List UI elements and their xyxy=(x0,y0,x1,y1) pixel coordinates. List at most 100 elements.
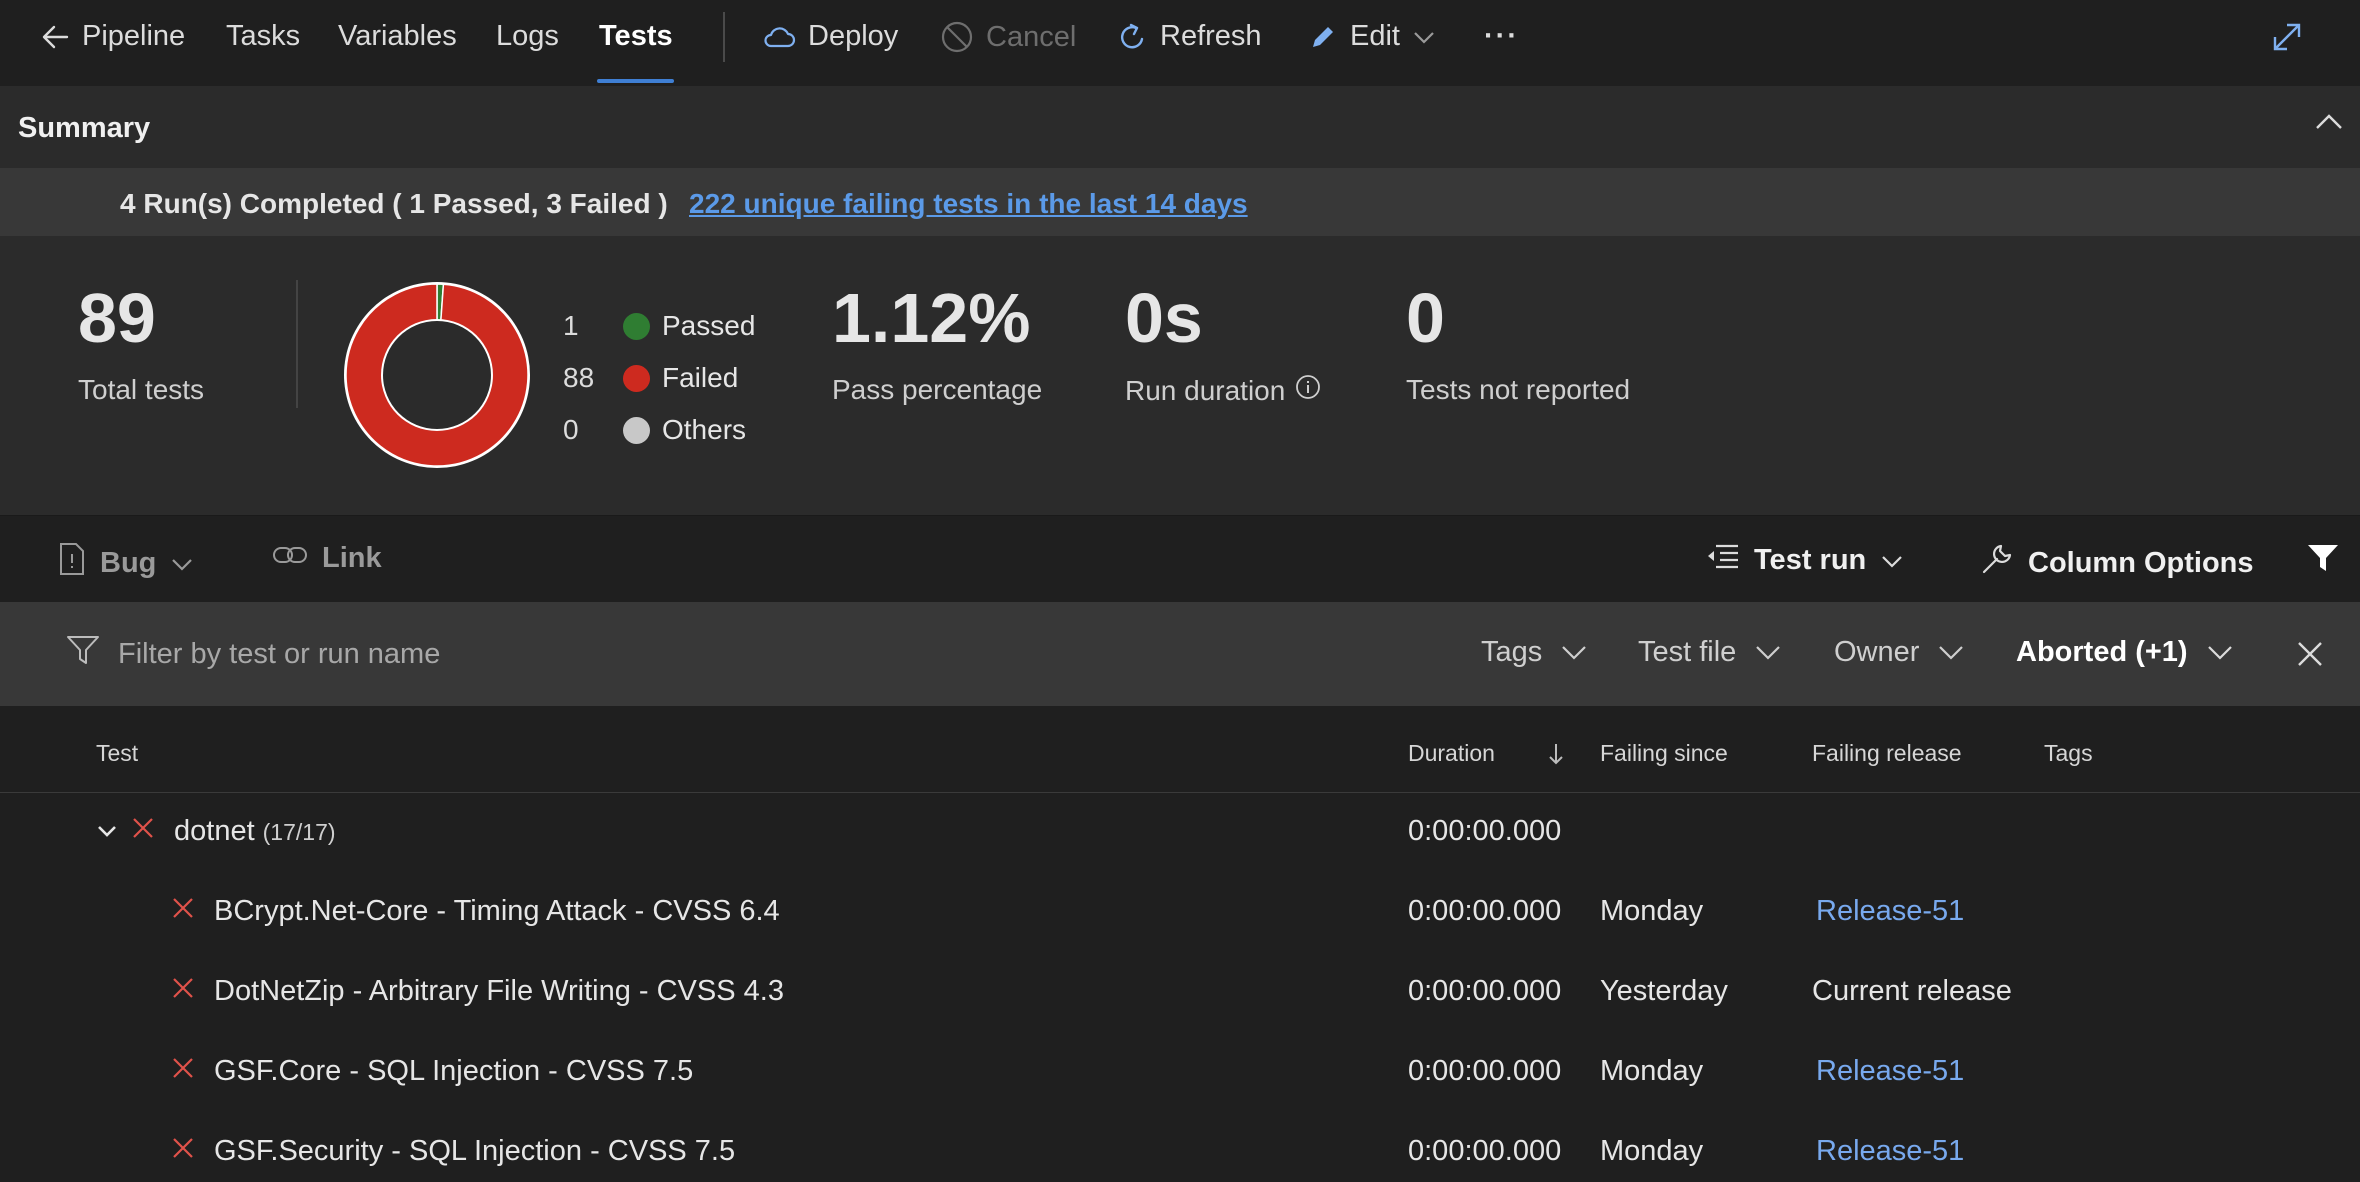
failing-since: Monday xyxy=(1600,1135,1704,1167)
unique-failing-tests-link[interactable]: 222 unique failing tests in the last 14 … xyxy=(689,188,1248,220)
test-name[interactable]: DotNetZip - Arbitrary File Writing - CVS… xyxy=(214,975,784,1008)
failing-release-link[interactable]: Release-51 xyxy=(1816,1135,1964,1168)
group-row-dotnet[interactable]: dotnet (17/17) 0:00:00.000 xyxy=(0,793,2360,873)
test-run-label: Test run xyxy=(1754,543,1867,576)
summary-title: Summary xyxy=(18,112,151,144)
filter-search-input[interactable]: Filter by test or run name xyxy=(66,634,440,674)
legend-others-count: 0 xyxy=(563,414,579,445)
test-name[interactable]: BCrypt.Net-Core - Timing Attack - CVSS 6… xyxy=(214,895,780,928)
failing-release-link[interactable]: Release-51 xyxy=(1816,1055,1964,1088)
pass-percentage-value: 1.12% xyxy=(832,279,1031,357)
failing-since: Monday xyxy=(1600,1055,1704,1087)
edit-button[interactable]: Edit xyxy=(1308,20,1436,53)
passed-dot-icon xyxy=(623,312,650,340)
legend-others: 0 Others xyxy=(563,414,746,446)
table-row[interactable]: DotNetZip - Arbitrary File Writing - CVS… xyxy=(0,953,2360,1033)
group-duration: 0:00:00.000 xyxy=(1408,815,1562,847)
legend-failed: 88 Failed xyxy=(563,362,738,394)
chevron-down-icon xyxy=(2206,636,2234,669)
chevron-down-icon xyxy=(1412,29,1436,45)
refresh-button[interactable]: Refresh xyxy=(1116,20,1262,53)
refresh-label: Refresh xyxy=(1160,20,1262,52)
group-label: dotnet xyxy=(174,815,255,847)
tab-variables[interactable]: Variables xyxy=(338,20,457,53)
bug-document-icon xyxy=(58,542,86,584)
run-duration-row: Run duration xyxy=(1125,374,1321,407)
filter-bar: Filter by test or run name Tags Test fil… xyxy=(0,602,2360,706)
tab-tasks[interactable]: Tasks xyxy=(226,20,300,53)
tab-logs[interactable]: Logs xyxy=(496,20,559,53)
tags-filter-dropdown[interactable]: Tags xyxy=(1481,636,1588,669)
total-tests-value: 89 xyxy=(78,279,156,357)
group-count: (17/17) xyxy=(262,819,336,845)
test-name[interactable]: GSF.Security - SQL Injection - CVSS 7.5 xyxy=(214,1135,735,1168)
legend-passed-label: Passed xyxy=(662,310,756,341)
test-duration: 0:00:00.000 xyxy=(1408,1055,1562,1087)
cancel-circle-icon xyxy=(940,20,974,54)
sort-descending-icon[interactable] xyxy=(1546,742,1566,771)
test-duration: 0:00:00.000 xyxy=(1408,975,1562,1007)
link-button[interactable]: Link xyxy=(272,542,382,575)
clear-filters-close-icon[interactable] xyxy=(2296,640,2324,673)
test-name[interactable]: GSF.Core - SQL Injection - CVSS 7.5 xyxy=(214,1055,693,1088)
deploy-button[interactable]: Deploy xyxy=(762,20,898,53)
summary-stats: 89 Total tests 1 Passed 88 Failed 0 Othe… xyxy=(0,236,2360,516)
owner-filter-dropdown[interactable]: Owner xyxy=(1834,636,1965,669)
chevron-down-icon[interactable] xyxy=(96,823,118,844)
filter-toggle-icon[interactable] xyxy=(2306,542,2340,574)
stats-divider xyxy=(296,280,298,408)
legend-failed-count: 88 xyxy=(563,362,595,393)
cancel-button[interactable]: Cancel xyxy=(940,20,1076,54)
outcome-filter-dropdown[interactable]: Aborted (+1) xyxy=(2016,636,2234,669)
list-group-icon xyxy=(1706,542,1740,578)
cloud-icon xyxy=(762,24,796,50)
legend-failed-label: Failed xyxy=(662,362,739,393)
column-header-tags[interactable]: Tags xyxy=(2044,740,2093,767)
total-tests-label: Total tests xyxy=(78,374,205,405)
column-header-failing-since[interactable]: Failing since xyxy=(1600,740,1728,767)
test-file-filter-dropdown[interactable]: Test file xyxy=(1638,636,1782,669)
column-header-test[interactable]: Test xyxy=(96,740,138,767)
bug-button[interactable]: Bug xyxy=(58,542,194,584)
outcome-filter-label: Aborted (+1) xyxy=(2016,636,2188,668)
tab-tests[interactable]: Tests xyxy=(599,20,673,53)
column-header-duration[interactable]: Duration xyxy=(1408,740,1495,767)
back-to-pipeline-link[interactable]: Pipeline xyxy=(40,20,185,53)
deploy-label: Deploy xyxy=(808,20,899,52)
expand-icon[interactable] xyxy=(2270,20,2304,54)
column-options-button[interactable]: Column Options xyxy=(1980,542,2254,584)
outcome-donut-chart xyxy=(344,282,530,468)
info-icon[interactable] xyxy=(1295,374,1321,407)
chevron-down-icon xyxy=(1880,544,1904,577)
table-row[interactable]: GSF.Security - SQL Injection - CVSS 7.5 … xyxy=(0,1113,2360,1182)
donut-hole xyxy=(383,321,491,429)
more-actions-button[interactable]: ··· xyxy=(1484,20,1519,53)
link-label: Link xyxy=(322,542,382,574)
chevron-down-icon xyxy=(1937,636,1965,669)
wrench-icon xyxy=(1980,542,2014,584)
back-arrow-icon xyxy=(40,22,70,52)
failing-release-link[interactable]: Release-51 xyxy=(1816,895,1964,928)
test-duration: 0:00:00.000 xyxy=(1408,1135,1562,1167)
filter-placeholder: Filter by test or run name xyxy=(118,637,441,670)
group-name: dotnet (17/17) xyxy=(174,815,336,848)
table-row[interactable]: GSF.Core - SQL Injection - CVSS 7.5 0:00… xyxy=(0,1033,2360,1113)
group-by-test-run-dropdown[interactable]: Test run xyxy=(1706,542,1904,578)
failed-x-icon xyxy=(172,897,194,924)
table-row[interactable]: BCrypt.Net-Core - Timing Attack - CVSS 6… xyxy=(0,873,2360,953)
column-header-failing-release[interactable]: Failing release xyxy=(1812,740,1962,767)
cancel-label: Cancel xyxy=(986,20,1077,53)
run-summary-bar: 4 Run(s) Completed ( 1 Passed, 3 Failed … xyxy=(0,168,2360,236)
failed-x-icon xyxy=(172,1137,194,1164)
funnel-icon xyxy=(66,634,100,674)
summary-header[interactable]: Summary xyxy=(0,86,2360,168)
chevron-up-icon[interactable] xyxy=(2314,112,2344,137)
edit-label: Edit xyxy=(1350,20,1400,52)
failed-x-icon xyxy=(172,1057,194,1084)
active-tab-indicator xyxy=(597,79,674,83)
failing-since: Monday xyxy=(1600,895,1704,927)
legend-passed: 1 Passed xyxy=(563,310,755,342)
results-toolbar: Bug Link Test run Column Options xyxy=(0,516,2360,604)
column-options-label: Column Options xyxy=(2028,546,2254,579)
test-duration: 0:00:00.000 xyxy=(1408,895,1562,927)
